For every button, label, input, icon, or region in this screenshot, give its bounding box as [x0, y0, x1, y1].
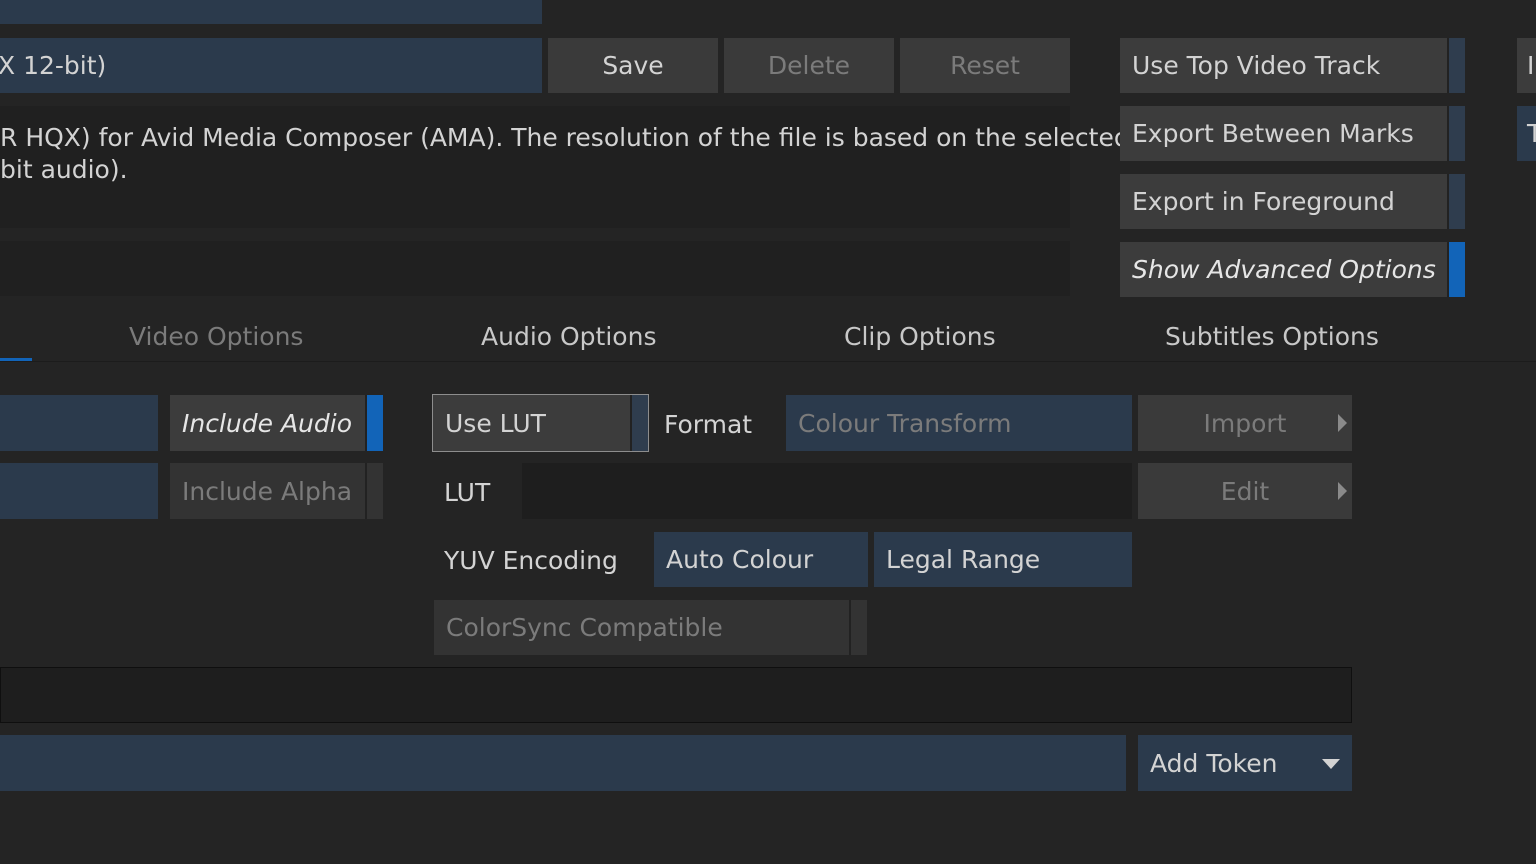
use-top-video-track-label: Use Top Video Track [1132, 51, 1381, 80]
toggle-indicator [365, 463, 383, 519]
export-in-foreground-label: Export in Foreground [1132, 187, 1395, 216]
import-button-label: Import [1203, 408, 1287, 438]
reset-button-label: Reset [950, 51, 1020, 80]
format-dropdown[interactable]: Colour Transform [786, 395, 1132, 451]
toggle-indicator [1447, 106, 1465, 161]
video-codec-dropdown[interactable] [0, 463, 158, 519]
lut-path-field[interactable] [522, 463, 1132, 519]
range-value: Legal Range [886, 545, 1041, 574]
use-lut-toggle[interactable]: Use LUT [432, 394, 649, 452]
toggle-indicator-active [365, 395, 383, 451]
range-dropdown[interactable]: Legal Range [874, 532, 1132, 587]
description-line-1: R HQX) for Avid Media Composer (AMA). Th… [0, 123, 1130, 152]
use-top-video-track-toggle[interactable]: Use Top Video Track [1120, 38, 1465, 93]
submenu-arrow-icon [1338, 482, 1347, 500]
tab-clip-options[interactable]: Clip Options [844, 322, 996, 351]
tab-video-options[interactable]: Video Options [129, 322, 303, 351]
format-dropdown-value: Colour Transform [798, 408, 1012, 438]
chevron-down-icon [1322, 759, 1340, 769]
edge-toggle-1-label: I [1527, 51, 1535, 80]
preset-name-value: X 12-bit) [0, 51, 107, 80]
tab-clip-options-label: Clip Options [844, 322, 996, 351]
lut-label: LUT [444, 478, 491, 507]
show-advanced-options-label: Show Advanced Options [1132, 255, 1436, 284]
add-token-label: Add Token [1150, 748, 1278, 778]
preset-name-field[interactable]: X 12-bit) [0, 38, 542, 93]
add-token-dropdown[interactable]: Add Token [1138, 735, 1352, 791]
tab-bar: Video Options Audio Options Clip Options… [0, 310, 1536, 362]
colorsync-compatible-toggle[interactable]: ColorSync Compatible [434, 600, 867, 655]
tab-video-options-label: Video Options [129, 322, 304, 351]
yuv-encoding-value: Auto Colour [666, 545, 814, 574]
yuv-encoding-dropdown[interactable]: Auto Colour [654, 532, 868, 587]
tab-audio-options[interactable]: Audio Options [481, 322, 656, 351]
edge-toggle-2-label: T [1527, 119, 1536, 148]
export-in-foreground-toggle[interactable]: Export in Foreground [1120, 174, 1465, 229]
import-button[interactable]: Import [1138, 395, 1352, 451]
include-audio-toggle[interactable]: Include Audio [170, 395, 383, 451]
save-button[interactable]: Save [548, 38, 718, 93]
reset-button[interactable]: Reset [900, 38, 1070, 93]
include-audio-label: Include Audio [182, 408, 353, 438]
filename-field[interactable] [0, 735, 1126, 791]
preset-group-field[interactable] [0, 0, 542, 24]
colorsync-compatible-label: ColorSync Compatible [446, 613, 723, 642]
toggle-indicator [1447, 174, 1465, 229]
delete-button-label: Delete [767, 51, 851, 80]
tab-active-underline [0, 358, 32, 361]
tab-audio-options-label: Audio Options [481, 322, 657, 351]
show-advanced-options-toggle[interactable]: Show Advanced Options [1120, 242, 1465, 297]
video-format-dropdown[interactable] [0, 395, 158, 451]
toggle-indicator-active [1447, 242, 1465, 297]
submenu-arrow-icon [1338, 414, 1347, 432]
preset-notes-field[interactable] [0, 241, 1070, 296]
toggle-indicator [1447, 38, 1465, 93]
tab-subtitles-options-label: Subtitles Options [1165, 322, 1379, 351]
use-lut-label: Use LUT [445, 408, 546, 438]
preset-description: R HQX) for Avid Media Composer (AMA). Th… [0, 106, 1130, 228]
edit-button[interactable]: Edit [1138, 463, 1352, 519]
export-between-marks-label: Export Between Marks [1132, 119, 1414, 148]
edge-toggle-2[interactable]: T [1517, 106, 1536, 161]
delete-button[interactable]: Delete [724, 38, 894, 93]
description-line-2: bit audio). [0, 155, 128, 184]
include-alpha-toggle[interactable]: Include Alpha [170, 463, 383, 519]
save-button-label: Save [602, 51, 664, 80]
toggle-indicator [849, 600, 867, 655]
output-path-field[interactable] [0, 667, 1352, 723]
yuv-encoding-label: YUV Encoding [444, 546, 618, 575]
include-alpha-label: Include Alpha [182, 476, 353, 506]
tab-subtitles-options[interactable]: Subtitles Options [1165, 322, 1379, 351]
edge-toggle-1[interactable]: I [1517, 38, 1536, 93]
export-between-marks-toggle[interactable]: Export Between Marks [1120, 106, 1465, 161]
format-label: Format [664, 410, 753, 439]
edit-button-label: Edit [1220, 476, 1270, 506]
toggle-indicator [630, 395, 648, 451]
